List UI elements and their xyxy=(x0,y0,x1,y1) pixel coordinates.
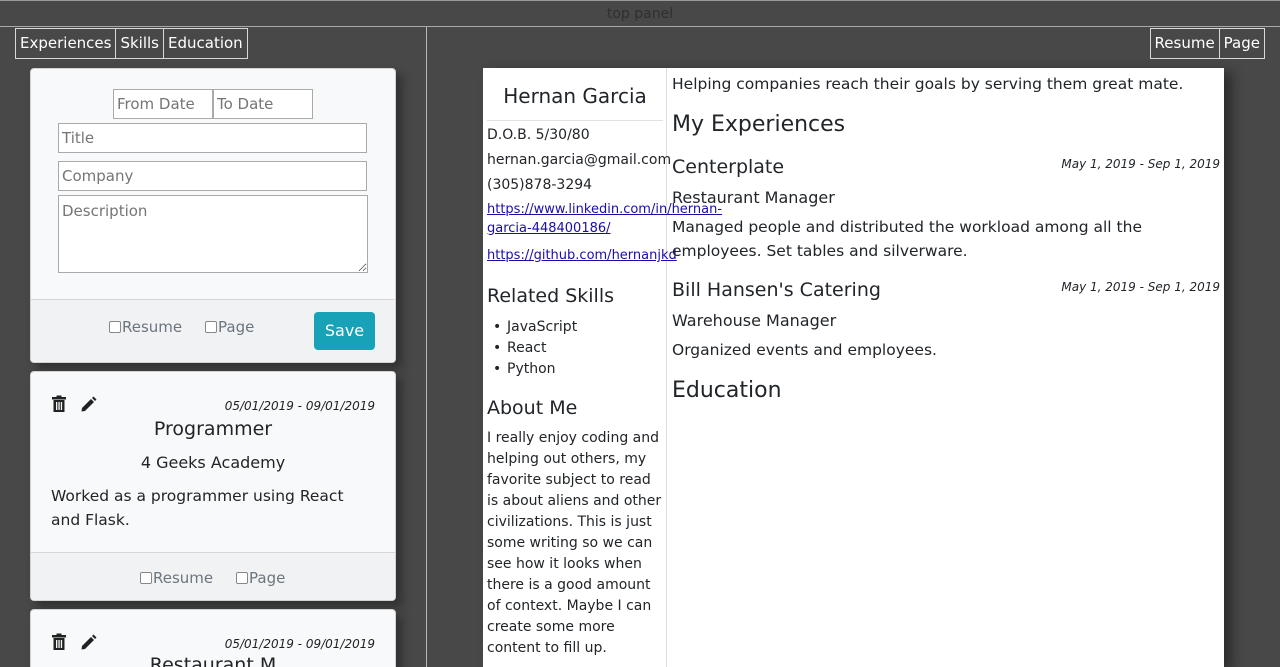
trash-icon[interactable] xyxy=(50,633,68,651)
skill-item: JavaScript xyxy=(493,319,577,335)
checkbox-label: Resume xyxy=(122,318,183,336)
resume-name: Hernan Garcia xyxy=(503,84,647,108)
experience-position: Warehouse Manager xyxy=(672,311,837,330)
checkbox-box[interactable] xyxy=(140,572,152,584)
checkbox-label: Page xyxy=(249,569,286,587)
experience-description: Organized events and employees. xyxy=(672,341,937,359)
resume-main: Helping companies reach their goals by s… xyxy=(668,68,1224,667)
new-experience-form: Resume Page Save xyxy=(30,68,396,363)
experience-date-range: May 1, 2019 - Sep 1, 2019 xyxy=(1061,157,1220,171)
tab-education[interactable]: Education xyxy=(163,28,248,59)
date-range: 05/01/2019 - 09/01/2019 xyxy=(224,399,375,413)
checkbox-box[interactable] xyxy=(236,572,248,584)
trash-icon[interactable] xyxy=(50,395,68,413)
page-checkbox[interactable]: Page xyxy=(205,318,254,336)
checkbox-label: Page xyxy=(218,318,255,336)
resume-email: hernan.garcia@gmail.com xyxy=(487,152,672,168)
about-text: I really enjoy coding and helping out ot… xyxy=(487,430,662,656)
editor-tabs: Experiences Skills Education xyxy=(15,28,248,59)
skills-heading: Related Skills xyxy=(487,285,614,307)
page-checkbox[interactable]: Page xyxy=(236,569,285,587)
resume-checkbox[interactable]: Resume xyxy=(140,569,213,587)
tab-experiences[interactable]: Experiences xyxy=(15,28,117,59)
experience-card: 05/01/2019 - 09/01/2019 Restaurant M xyxy=(30,609,396,667)
experience-company: Centerplate xyxy=(672,156,785,178)
save-button[interactable]: Save xyxy=(314,312,375,350)
skill-item: Python xyxy=(493,361,555,377)
experience-position: Restaurant Manager xyxy=(672,188,835,207)
preview-tabs: Resume Page xyxy=(1149,28,1265,59)
education-heading: Education xyxy=(672,378,782,403)
company-input[interactable] xyxy=(58,161,367,191)
checkbox-box[interactable] xyxy=(109,321,121,333)
experience-title: Programmer xyxy=(153,418,273,440)
tab-page[interactable]: Page xyxy=(1218,28,1265,59)
experience-date-range: May 1, 2019 - Sep 1, 2019 xyxy=(1061,280,1220,294)
tab-skills[interactable]: Skills xyxy=(115,28,164,59)
experience-title: Restaurant M xyxy=(149,654,277,667)
experience-description: Worked as a programmer using React and F… xyxy=(51,487,344,529)
resume-checkbox[interactable]: Resume xyxy=(109,318,182,336)
about-heading: About Me xyxy=(487,397,578,419)
from-date-input[interactable] xyxy=(113,89,213,119)
name-divider xyxy=(487,120,663,121)
experiences-heading: My Experiences xyxy=(672,112,846,137)
resume-summary: Helping companies reach their goals by s… xyxy=(672,75,1184,93)
checkbox-label: Resume xyxy=(153,569,214,587)
checkbox-box[interactable] xyxy=(205,321,217,333)
experience-card: 05/01/2019 - 09/01/2019 Programmer 4 Gee… xyxy=(30,371,396,601)
panel-divider[interactable] xyxy=(426,27,427,667)
experience-company: 4 Geeks Academy xyxy=(140,453,286,472)
experience-company: Bill Hansen's Catering xyxy=(672,279,881,301)
description-textarea[interactable] xyxy=(58,195,368,273)
to-date-input[interactable] xyxy=(213,89,313,119)
linkedin-link[interactable]: https://www.linkedin.com/in/hernan-garci… xyxy=(487,200,722,238)
card-footer: Resume Page xyxy=(31,552,395,600)
pencil-icon[interactable] xyxy=(80,395,98,413)
github-link[interactable]: https://github.com/hernanjkd xyxy=(487,246,677,265)
resume-phone: (305)878-3294 xyxy=(487,177,593,193)
title-input[interactable] xyxy=(58,123,367,153)
tab-resume[interactable]: Resume xyxy=(1149,28,1220,59)
resume-preview: Hernan Garcia D.O.B. 5/30/80 hernan.garc… xyxy=(483,68,1224,667)
pencil-icon[interactable] xyxy=(80,633,98,651)
skill-item: React xyxy=(493,340,547,356)
resume-sidebar: Hernan Garcia D.O.B. 5/30/80 hernan.garc… xyxy=(483,68,722,667)
experience-description: Managed people and distributed the workl… xyxy=(672,218,1142,260)
top-panel: top panel xyxy=(0,0,1280,27)
date-range: 05/01/2019 - 09/01/2019 xyxy=(224,637,375,651)
resume-dob: D.O.B. 5/30/80 xyxy=(487,127,590,143)
